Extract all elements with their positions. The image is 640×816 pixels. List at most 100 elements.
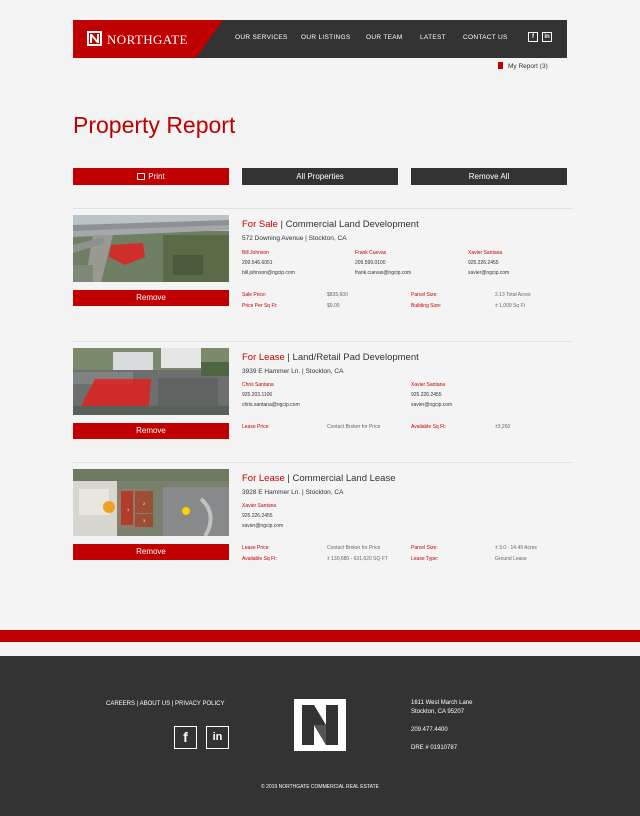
property-type: Commercial Land Development [285, 219, 419, 230]
footer-dre: DRE # 01910787 [411, 745, 458, 751]
detail-label: Lease Price: [242, 545, 270, 551]
address-line-2: Stockton, CA 95207 [411, 709, 465, 715]
detail-label: Sale Price: [242, 292, 267, 298]
nav-our-listings[interactable]: OUR LISTINGS [301, 34, 350, 41]
agent-name: Frank Cuevas [355, 250, 387, 256]
print-button[interactable]: Print [73, 168, 229, 185]
agent-email[interactable]: xavier@ngcip.com [468, 268, 509, 278]
detail-value: Contact Broker for Price [327, 545, 381, 551]
remove-button[interactable]: Remove [73, 544, 229, 560]
agent-contact: Bill Johnson 209.546.6051 bill.johnson@n… [242, 248, 295, 278]
my-report-label: My Report (3) [508, 63, 548, 70]
agent-name: Bill Johnson [242, 250, 269, 256]
remove-button[interactable]: Remove [73, 423, 229, 439]
agent-name: Xavier Santana [468, 250, 503, 256]
printer-icon [137, 173, 146, 180]
agent-phone[interactable]: 925.226.2455 [411, 390, 452, 400]
nav-latest[interactable]: LATEST [420, 34, 446, 41]
property-status: For Lease [242, 473, 285, 484]
property-title[interactable]: For Lease | Land/Retail Pad Development [242, 352, 419, 363]
footer-links[interactable]: CAREERS | ABOUT US | PRIVACY POLICY [106, 701, 225, 707]
property-card: Remove For Sale | Commercial Land Develo… [73, 215, 567, 325]
nav-our-services[interactable]: OUR SERVICES [235, 34, 288, 41]
divider [73, 341, 573, 342]
agent-contact: Xavier Santana 925.226.2455 xavier@ngcip… [242, 501, 283, 531]
agent-contact: Xavier Santana 925.226.2455 xavier@ngcip… [468, 248, 509, 278]
property-card: Remove For Lease | Land/Retail Pad Devel… [73, 348, 567, 443]
detail-value: ± 130,680 - 631,620 SQ FT [327, 556, 388, 562]
footer-logo[interactable] [294, 699, 346, 751]
detail-value: ±3,260 [495, 424, 511, 430]
agent-name: Xavier Santana [242, 503, 277, 509]
detail-value: 2.13 Total Acres [495, 292, 531, 298]
agent-phone[interactable]: 925.203.1106 [242, 390, 300, 400]
detail-label: Lease Price: [242, 424, 270, 430]
property-image[interactable] [73, 215, 229, 282]
property-address: 3928 E Hammer Ln. | Stockton, CA [242, 489, 344, 496]
property-type: Land/Retail Pad Development [292, 352, 419, 363]
agent-phone[interactable]: 925.226.2455 [242, 511, 283, 521]
detail-label: Available Sq Ft: [411, 424, 446, 430]
my-report-link[interactable]: My Report (3) [498, 62, 548, 70]
detail-value: $9.00 [327, 303, 340, 309]
facebook-icon[interactable]: f [174, 726, 197, 749]
northgate-n-icon [302, 705, 338, 745]
property-address: 572 Downing Avenue | Stockton, CA [242, 235, 347, 242]
copyright: © 2019 NORTHGATE COMMERCIAL REAL ESTATE [261, 784, 379, 790]
all-properties-button[interactable]: All Properties [242, 168, 398, 185]
remove-button[interactable]: Remove [73, 290, 229, 306]
detail-label: Parcel Size: [411, 292, 438, 298]
agent-phone[interactable]: 925.226.2455 [468, 258, 509, 268]
detail-label: Available Sq Ft: [242, 556, 277, 562]
footer-address: 1611 West March Lane Stockton, CA 95207 [411, 699, 472, 717]
footer-phone[interactable]: 209.477.4400 [411, 726, 448, 735]
agent-email[interactable]: xavier@ngcip.com [411, 400, 452, 410]
detail-value: Contact Broker for Price [327, 424, 381, 430]
agent-name: Xavier Santana [411, 382, 446, 388]
property-image[interactable] [73, 348, 229, 415]
property-status: For Sale [242, 219, 278, 230]
detail-label: Lease Type: [411, 556, 439, 562]
property-type: Commercial Land Lease [292, 473, 396, 484]
logo-n-icon [87, 31, 102, 46]
detail-label: Building Size: [411, 303, 442, 309]
remove-all-button[interactable]: Remove All [411, 168, 567, 185]
linkedin-icon[interactable]: in [206, 726, 229, 749]
print-label: Print [148, 172, 165, 181]
agent-email[interactable]: frank.cuevas@ngcip.com [355, 268, 411, 278]
property-title[interactable]: For Sale | Commercial Land Development [242, 219, 419, 230]
agent-contact: Frank Cuevas 209.599.0100 frank.cuevas@n… [355, 248, 411, 278]
property-card: 1 2 3 Remove For Lease | Commercial Land… [73, 469, 567, 569]
agent-phone[interactable]: 209.546.6051 [242, 258, 295, 268]
detail-value: $835,600 [327, 292, 348, 298]
property-title[interactable]: For Lease | Commercial Land Lease [242, 473, 396, 484]
detail-label: Parcel Size: [411, 545, 438, 551]
linkedin-icon[interactable]: in [542, 32, 552, 42]
detail-value: ± 1,009 Sq Ft [495, 303, 525, 309]
detail-value: ± 3.0 - 14.49 Acres [495, 545, 537, 551]
divider [73, 462, 573, 463]
agent-email[interactable]: chris.santana@ngcip.com [242, 400, 300, 410]
agent-phone[interactable]: 209.599.0100 [355, 258, 411, 268]
logo-text: NORTHGATE [107, 32, 188, 47]
property-address: 3939 E Hammer Ln. | Stockton, CA [242, 368, 344, 375]
facebook-icon[interactable]: f [528, 32, 538, 42]
agent-email[interactable]: xavier@ngcip.com [242, 521, 283, 531]
agent-contact: Xavier Santana 925.226.2455 xavier@ngcip… [411, 380, 452, 410]
detail-label: Price Per Sq Ft: [242, 303, 278, 309]
nav-our-team[interactable]: OUR TEAM [366, 34, 403, 41]
footer-accent-band [0, 630, 640, 642]
property-image[interactable]: 1 2 3 [73, 469, 229, 536]
site-footer: CAREERS | ABOUT US | PRIVACY POLICY f in… [0, 656, 640, 816]
agent-name: Chris Santana [242, 382, 274, 388]
property-status: For Lease [242, 352, 285, 363]
address-line-1: 1611 West March Lane [411, 700, 473, 706]
agent-email[interactable]: bill.johnson@ngcip.com [242, 268, 295, 278]
page-title: Property Report [73, 112, 236, 138]
document-icon [498, 62, 503, 69]
detail-value: Ground Lease [495, 556, 527, 562]
agent-contact: Chris Santana 925.203.1106 chris.santana… [242, 380, 300, 410]
nav-contact-us[interactable]: CONTACT US [463, 34, 508, 41]
site-header: NORTHGATE OUR SERVICES OUR LISTINGS OUR … [73, 20, 567, 58]
logo[interactable]: NORTHGATE [73, 20, 223, 58]
